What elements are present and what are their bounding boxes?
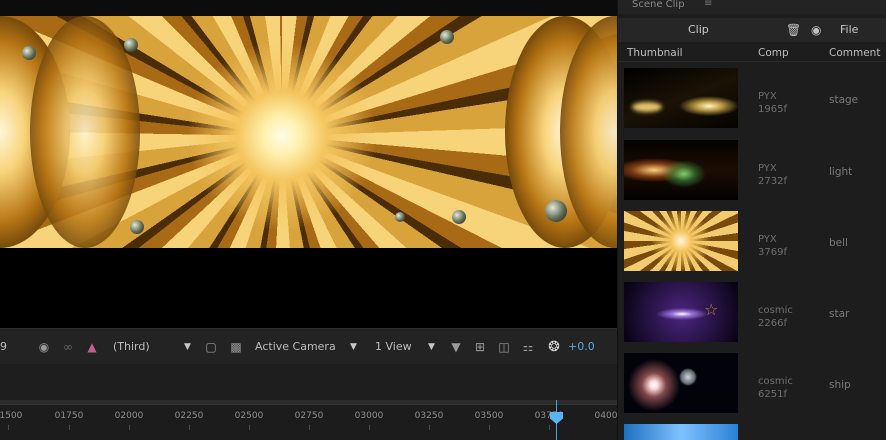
frame-ornament [130, 220, 144, 234]
comp-info: cosmic 6251f [758, 375, 818, 401]
clip-table-header: Thumbnail Comp Comment [618, 44, 886, 62]
ruler-tick [189, 425, 190, 430]
frame-ornament [124, 38, 138, 52]
comp-frames: 6251f [758, 389, 787, 400]
ruler-tick [249, 425, 250, 430]
frame-ornament [22, 46, 36, 60]
fast-previews-icon[interactable]: ⊞ [472, 339, 488, 355]
clip-thumbnail: ☆ [624, 282, 738, 342]
tick-label: 03250 [414, 411, 444, 421]
comp-info: cosmic 2266f [758, 304, 818, 330]
ruler-tick [8, 425, 9, 430]
timeline-icon[interactable]: ◫ [496, 339, 512, 355]
clip-thumbnail [624, 424, 738, 440]
view-selector[interactable]: (Third) [113, 339, 150, 355]
show-snapshot-icon[interactable]: ∞ [60, 339, 76, 355]
clip-row[interactable]: PYX 2732f light [618, 138, 886, 209]
exposure-icon[interactable]: ❂ [546, 339, 562, 355]
comp-name: cosmic [758, 376, 793, 387]
camera-icon[interactable]: ◉ [811, 23, 821, 37]
tick-label: 03500 [474, 411, 504, 421]
column-comment[interactable]: Comment [829, 47, 880, 59]
clip-comment[interactable]: bell [829, 237, 848, 249]
clip-thumbnail [624, 353, 738, 413]
frame-inner-left-lamp [30, 16, 140, 248]
snapshot-camera-icon[interactable]: ◉ [36, 339, 52, 355]
ruler-tick [309, 425, 310, 430]
frame-ornament [395, 212, 405, 222]
timeline-panel: 01500 01750 02000 02250 02500 02750 0300… [0, 364, 617, 440]
viewer-toolbar: 9 ◉ ∞ ▲ (Third) ▼ ▢ ▩ Active Camera ▼ 1 … [0, 328, 617, 364]
tick-label: 01750 [54, 411, 84, 421]
view-dropdown-chevron-icon[interactable]: ▼ [184, 339, 191, 355]
clip-row[interactable]: PYX 1965f stage [618, 66, 886, 137]
comp-info: PYX 3769f [758, 233, 818, 259]
ruler-tick [69, 425, 70, 430]
clip-row[interactable]: PYX 3769f bell [618, 209, 886, 280]
layout-selector[interactable]: 1 View [375, 339, 412, 355]
comp-frames: 2266f [758, 318, 787, 329]
time-ruler[interactable]: 01500 01750 02000 02250 02500 02750 0300… [0, 404, 617, 440]
transparency-grid-icon[interactable]: ▩ [228, 339, 244, 355]
clip-comment[interactable]: light [829, 166, 852, 178]
panel-title[interactable]: Scene Clip [632, 0, 685, 10]
comp-info: PYX 2732f [758, 162, 818, 188]
frame-ornament [545, 200, 567, 222]
thumb-glow [632, 102, 662, 112]
tick-label: 02000 [114, 411, 144, 421]
ruler-tick [429, 425, 430, 430]
panel-header: Scene Clip ≡ [618, 0, 886, 14]
clip-thumbnail [624, 68, 738, 128]
comp-frames: 3769f [758, 247, 787, 258]
tick-label: 02250 [174, 411, 204, 421]
trash-icon[interactable]: 🗑 [786, 23, 801, 37]
panel-toolbar: Clip 🗑 ◉ File [618, 18, 886, 42]
comp-name: PYX [758, 163, 777, 174]
flowchart-icon[interactable]: ⚏ [520, 339, 536, 355]
region-of-interest-icon[interactable]: ▢ [203, 339, 219, 355]
ruler-tick [489, 425, 490, 430]
tab-clip[interactable]: Clip [688, 23, 709, 36]
scene-clip-panel: Scene Clip ≡ Clip 🗑 ◉ File Thumbnail Com… [617, 0, 886, 440]
ruler-tick [369, 425, 370, 430]
camera-selector[interactable]: Active Camera [255, 339, 336, 355]
zoom-value[interactable]: 9 [0, 339, 7, 355]
toggle-pixel-aspect-icon[interactable]: ▼ [448, 339, 464, 355]
comp-frames: 1965f [758, 104, 787, 115]
clip-row[interactable]: ☆ cosmic 2266f star [618, 280, 886, 351]
clip-row[interactable] [618, 422, 886, 440]
tick-label: 0400 [594, 411, 618, 421]
comp-frames: 2732f [758, 176, 787, 187]
thumb-star-icon: ☆ [704, 300, 719, 319]
camera-dropdown-chevron-icon[interactable]: ▼ [350, 339, 357, 355]
color-channels-icon[interactable]: ▲ [84, 339, 100, 355]
ruler-tick [549, 425, 550, 430]
column-comp[interactable]: Comp [758, 47, 789, 59]
clip-thumbnail [624, 211, 738, 271]
frame-ornament [440, 30, 454, 44]
file-menu[interactable]: File [840, 23, 858, 36]
tick-label: 02500 [234, 411, 264, 421]
viewer-frame[interactable] [0, 16, 617, 248]
clip-comment[interactable]: star [829, 308, 849, 320]
comp-name: PYX [758, 91, 777, 102]
ruler-tick [129, 425, 130, 430]
panel-menu-icon[interactable]: ≡ [704, 0, 712, 9]
clip-comment[interactable]: ship [829, 379, 851, 391]
clip-thumbnail [624, 140, 738, 200]
tick-label: 01500 [0, 411, 23, 421]
viewer-panel [0, 0, 617, 328]
frame-ornament [452, 210, 466, 224]
tick-label: 02750 [294, 411, 324, 421]
viewer-top-strip [0, 0, 617, 16]
column-thumbnail[interactable]: Thumbnail [627, 47, 683, 59]
tick-label: 03000 [354, 411, 384, 421]
exposure-value[interactable]: +0.0 [568, 339, 595, 355]
comp-info: PYX 1965f [758, 90, 818, 116]
comp-name: cosmic [758, 305, 793, 316]
layout-dropdown-chevron-icon[interactable]: ▼ [428, 339, 435, 355]
comp-name: PYX [758, 234, 777, 245]
clip-row[interactable]: cosmic 6251f ship [618, 351, 886, 422]
clip-comment[interactable]: stage [829, 94, 858, 106]
